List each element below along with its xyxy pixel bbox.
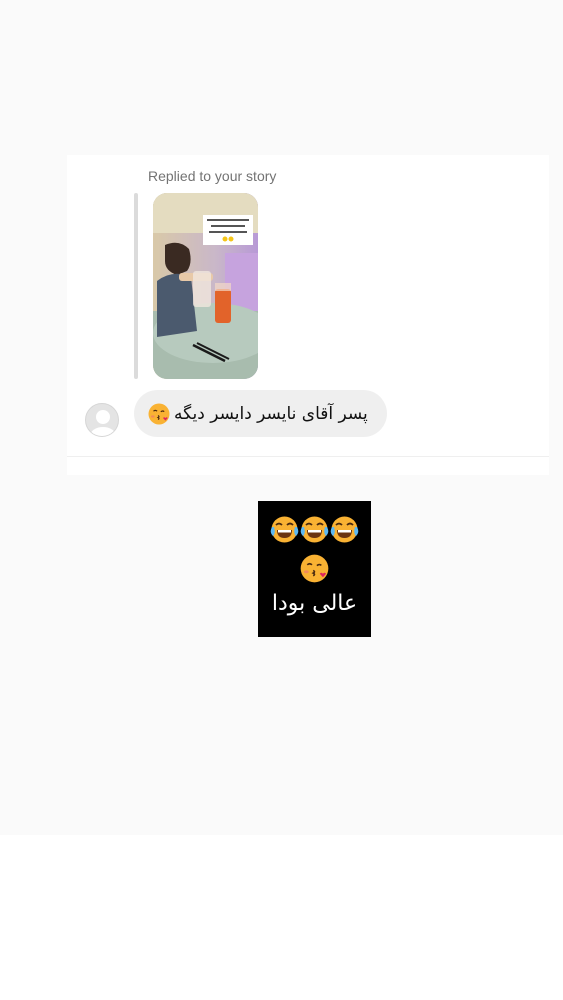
face-with-tears-of-joy-icon — [330, 516, 359, 543]
bottom-background — [0, 835, 563, 1000]
emoji-row — [300, 554, 329, 587]
replied-to-story-label: Replied to your story — [148, 168, 277, 184]
divider — [67, 456, 549, 457]
face-with-tears-of-joy-icon — [270, 516, 299, 543]
message-text: پسر آقای نایسر دایسر دیگه — [174, 403, 368, 424]
reply-quote-bar — [134, 193, 138, 379]
face-with-tears-of-joy-icon — [300, 516, 329, 543]
story-reply-card: Replied to your story پسر آقای نایسر دای… — [67, 155, 549, 475]
reaction-text: عالی بودا — [271, 591, 358, 616]
reaction-image[interactable]: عالی بودا — [258, 501, 371, 637]
sender-avatar[interactable] — [85, 403, 119, 437]
face-blowing-kiss-icon — [300, 554, 329, 583]
story-image — [153, 193, 258, 379]
message-bubble[interactable]: پسر آقای نایسر دایسر دیگه — [134, 390, 387, 437]
emoji-row — [270, 515, 359, 544]
face-blowing-kiss-icon — [148, 403, 170, 424]
story-thumbnail[interactable] — [153, 193, 258, 379]
default-avatar-icon — [90, 410, 116, 436]
